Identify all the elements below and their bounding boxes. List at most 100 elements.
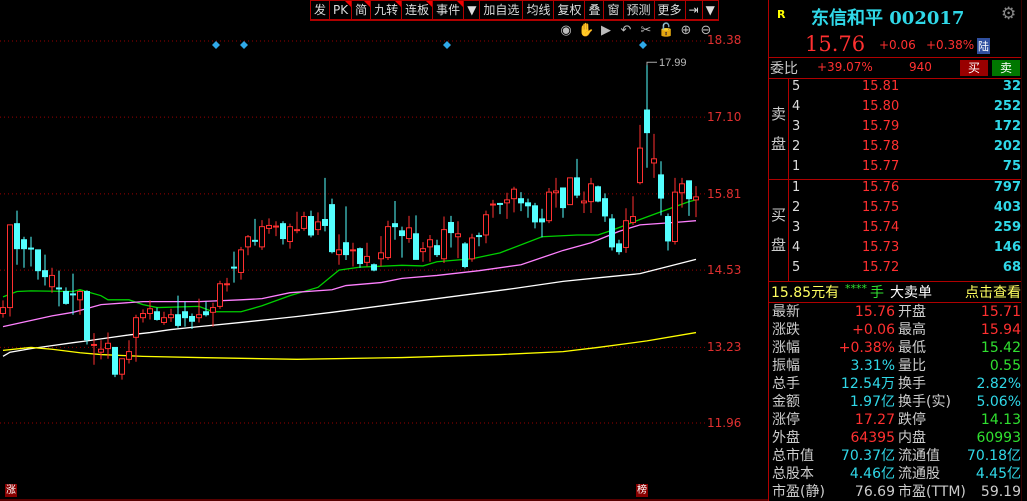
stat-row: 总手 12.54万 换手 2.82% xyxy=(769,375,1021,393)
candle-down xyxy=(322,219,328,226)
stat-value: 1.97亿 xyxy=(849,394,895,410)
sell-button[interactable]: 卖 xyxy=(992,60,1020,76)
candle-up xyxy=(294,229,300,232)
toolbar-button[interactable]: 复权 xyxy=(553,0,585,20)
order-level[interactable]: 1 15.76 797 xyxy=(769,180,1021,200)
order-level[interactable]: 1 15.77 75 xyxy=(769,159,1021,179)
candle-down xyxy=(497,202,503,205)
view-link[interactable]: 点击查看 xyxy=(965,282,1021,302)
stat-value: 15.94 xyxy=(980,322,1021,338)
stat-value: 2.82% xyxy=(976,376,1021,392)
toolbar-button[interactable]: ⇥ xyxy=(684,0,702,20)
stat-label: 流通值 xyxy=(898,448,940,464)
stat-value: 70.37亿 xyxy=(840,448,895,464)
moving-average-line xyxy=(2,258,697,357)
toolbar-button[interactable]: PK xyxy=(329,0,352,20)
order-level[interactable]: 5 15.81 32 xyxy=(769,79,1021,99)
big-order-row[interactable]: 15.85元有 **** 手 大卖单 点击查看 xyxy=(769,282,1021,302)
order-level[interactable]: 3 15.74 259 xyxy=(769,220,1021,240)
toolbar-button[interactable]: 更多 xyxy=(653,0,685,20)
level: 2 xyxy=(792,200,801,215)
price: 15.78 xyxy=(862,139,900,154)
candle-down xyxy=(686,180,692,200)
candle-up xyxy=(385,226,391,259)
stat-value: 70.18亿 xyxy=(966,448,1021,464)
candle-down xyxy=(28,247,34,250)
candle-up xyxy=(266,224,272,229)
stat-label: 金额 xyxy=(772,394,800,410)
candle-down xyxy=(112,346,118,375)
limit-up-marker[interactable]: 涨 xyxy=(5,484,17,497)
stats-table: 最新 15.76 开盘 15.71 涨跌 +0.06 最高 15.94 涨幅 +0.38% 最低 15… xyxy=(769,303,1021,501)
stat-label: 市盈(TTM) xyxy=(898,484,966,500)
stat-label: 涨幅 xyxy=(772,340,800,356)
candle-up xyxy=(637,147,643,184)
candle-down xyxy=(14,223,20,250)
level: 3 xyxy=(792,119,801,134)
buy-orders: 1 15.76 797 2 15.75 403 3 15.74 259 4 15.73 146 5 15.… xyxy=(769,180,1021,280)
candle-up xyxy=(553,190,559,194)
toolbar-button[interactable]: 简 xyxy=(351,0,371,20)
toolbar-button[interactable]: 均线 xyxy=(522,0,554,20)
candle-up xyxy=(441,229,447,260)
toolbar-button[interactable]: 加自选 xyxy=(479,0,523,20)
order-ratio: +39.07% xyxy=(817,60,873,74)
toolbar-button[interactable]: 连板 xyxy=(401,0,433,20)
candle-down xyxy=(560,187,566,209)
stat-value: 59.19 xyxy=(980,484,1021,500)
stat-label: 量比 xyxy=(898,358,926,374)
stat-label: 涨跌 xyxy=(772,322,800,338)
order-level[interactable]: 5 15.72 68 xyxy=(769,260,1021,280)
price-axis-label: 18.38 xyxy=(707,33,742,47)
stat-value: 4.46亿 xyxy=(849,466,895,482)
stat-label: 涨停 xyxy=(772,412,800,428)
stat-label: 换手(实) xyxy=(898,394,951,410)
high-marker-line xyxy=(646,61,657,66)
candle-up xyxy=(469,237,475,260)
big-order-type: 大卖单 xyxy=(890,285,932,301)
undo-icon[interactable]: ↶ xyxy=(618,23,634,39)
toolbar-button[interactable]: 事件 xyxy=(432,0,464,20)
candle-up xyxy=(273,225,279,228)
toolbar-button[interactable]: ▼ xyxy=(463,0,480,20)
order-level[interactable]: 2 15.78 202 xyxy=(769,139,1021,159)
toolbar-button[interactable]: 预测 xyxy=(622,0,654,20)
zoom-in-icon[interactable]: ⊕ xyxy=(678,23,694,39)
order-ratio-row: 委比 +39.07% 940 买 卖 xyxy=(769,58,1021,78)
buy-button[interactable]: 买 xyxy=(960,60,988,76)
candle-down xyxy=(357,248,363,265)
order-level[interactable]: 2 15.75 403 xyxy=(769,200,1021,220)
toolbar-button[interactable]: 发 xyxy=(310,0,330,20)
candle-up xyxy=(7,224,13,309)
hand-icon[interactable]: ✋ xyxy=(578,23,594,39)
order-level[interactable]: 4 15.80 252 xyxy=(769,99,1021,119)
gear-icon[interactable]: ⚙ xyxy=(1001,4,1016,24)
level: 5 xyxy=(792,79,801,94)
toolbar-button[interactable]: 窗 xyxy=(603,0,623,20)
candle-up xyxy=(98,348,104,353)
order-level[interactable]: 4 15.73 146 xyxy=(769,240,1021,260)
toolbar-button[interactable]: 叠 xyxy=(584,0,604,20)
scissors-icon[interactable]: ✂ xyxy=(638,23,654,39)
order-level[interactable]: 3 15.79 172 xyxy=(769,119,1021,139)
ranking-marker[interactable]: 榜 xyxy=(636,484,648,497)
lock-icon[interactable]: 🔓 xyxy=(658,23,674,39)
toolbar-button[interactable]: 九转 xyxy=(370,0,402,20)
volume: 202 xyxy=(993,139,1021,154)
volume: 75 xyxy=(1002,159,1021,174)
candle-up xyxy=(364,255,370,263)
price: 15.77 xyxy=(862,159,900,174)
chart-tools: ◉ ✋ ▶ ↶ ✂ 🔓 ⊕ ⊖ xyxy=(558,23,714,39)
volume: 259 xyxy=(993,220,1021,235)
candle-up xyxy=(196,314,202,319)
stat-label: 流通股 xyxy=(898,466,940,482)
side-scrollbar[interactable] xyxy=(1021,0,1027,501)
candle-down xyxy=(434,245,440,256)
kline-chart[interactable]: 17.99 xyxy=(0,0,768,501)
stat-row: 涨跌 +0.06 最高 15.94 xyxy=(769,321,1021,339)
candle-down xyxy=(532,205,538,223)
play-icon[interactable]: ▶ xyxy=(598,23,614,39)
eye-icon[interactable]: ◉ xyxy=(558,23,574,39)
toolbar-button[interactable]: ▼ xyxy=(701,0,719,20)
candle-up xyxy=(210,307,216,313)
